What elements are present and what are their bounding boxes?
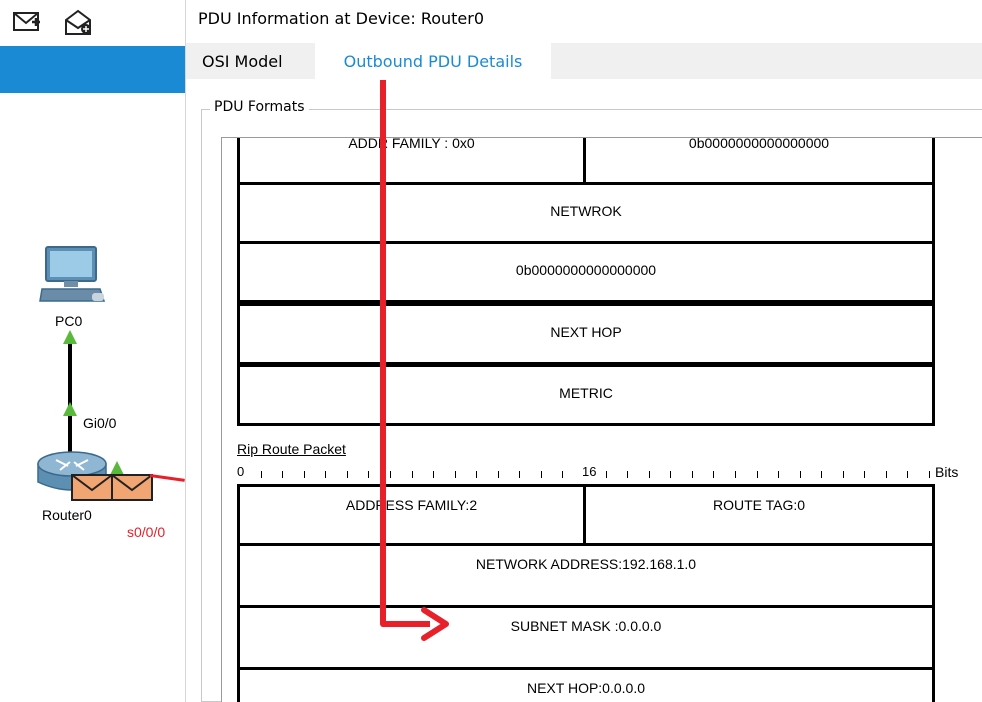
pdu-row: ADDRESS FAMILY:2 ROUTE TAG:0 (237, 484, 935, 546)
pdu-field: 0b0000000000000000 (515, 262, 657, 278)
ruler-tick (540, 471, 542, 478)
pdu-formats-label: PDU Formats (210, 99, 309, 115)
pdu-field: METRIC (559, 385, 613, 401)
ruler-tick (260, 471, 262, 478)
ruler-tick (282, 471, 284, 478)
ruler-tick (670, 471, 672, 478)
pdu-field: ADDRESS FAMILY:2 (240, 487, 586, 543)
pdu-envelope-icon[interactable] (70, 472, 156, 502)
pc-label: PC0 (55, 313, 83, 329)
pdu-row: NEXT HOP (237, 303, 935, 365)
ruler-tick (734, 471, 736, 478)
ruler-tick (691, 471, 693, 478)
ruler-tick (346, 471, 348, 478)
ruler-tick (389, 471, 391, 478)
pdu-row: ADDR FAMILY : 0x0 0b0000000000000000 (237, 138, 935, 185)
ruler-tick (648, 471, 650, 478)
pdu-field: 0b0000000000000000 (688, 137, 830, 151)
pc-icon[interactable] (38, 245, 108, 307)
ruler-tick (562, 471, 564, 478)
ruler-label: 16 (582, 464, 597, 479)
pdu-field: NEXT HOP:0.0.0.0 (526, 680, 645, 696)
pdu-row: 0b0000000000000000 (237, 241, 935, 303)
inspect-envelope-icon[interactable] (12, 8, 44, 36)
tab-strip: OSI Model Outbound PDU Details (186, 43, 982, 121)
dialog-title: PDU Information at Device: Router0 (198, 9, 485, 28)
ruler-tick (885, 471, 887, 478)
dialog-body: PDU Formats ADDR FAMILY : 0x0 0b00000000… (186, 79, 982, 702)
router-label: Router0 (42, 507, 92, 523)
pdu-information-dialog: PDU Information at Device: Router0 OSI M… (185, 0, 982, 702)
ruler-tick (756, 471, 758, 478)
ruler-tick (864, 471, 866, 478)
pdu-row: NETWROK (237, 182, 935, 244)
link-status-up-icon (63, 330, 77, 344)
ruler-tick (497, 471, 499, 478)
bits-unit-label: Bits (935, 464, 959, 480)
tab-osi-model[interactable]: OSI Model (202, 43, 283, 79)
pdu-field: SUBNET MASK :0.0.0.0 (510, 618, 662, 634)
ruler-tick (799, 471, 801, 478)
ruler-tick (411, 471, 413, 478)
pdu-field: ROUTE TAG:0 (712, 497, 806, 513)
rip-route-packet-title: Rip Route Packet (237, 441, 346, 457)
ruler-tick (605, 471, 607, 478)
ruler-tick (476, 471, 478, 478)
bit-ruler: 0 16 (237, 464, 977, 480)
ruler-tick (842, 471, 844, 478)
pdu-field: ADDR FAMILY : 0x0 (240, 138, 586, 182)
ruler-tick (368, 471, 370, 478)
ruler-tick (907, 471, 909, 478)
pdu-row: NEXT HOP:0.0.0.0 (237, 670, 935, 702)
pdu-field: NEXT HOP (550, 324, 622, 340)
add-envelope-icon[interactable] (62, 8, 94, 36)
pdu-row: NETWORK ADDRESS:192.168.1.0 (237, 546, 935, 608)
pdu-field: NETWORK ADDRESS:192.168.1.0 (475, 556, 697, 572)
ruler-label: 0 (237, 464, 245, 479)
pdu-field: NETWROK (550, 203, 622, 219)
ruler-tick (713, 471, 715, 478)
link-status-up-icon (63, 402, 77, 416)
logical-workspace[interactable]: PC0 Gi0/0 Router0 s0/0/0 (0, 0, 185, 702)
ruler-tick (454, 471, 456, 478)
pdu-row: METRIC (237, 364, 935, 426)
ruler-tick (821, 471, 823, 478)
ruler-tick (627, 471, 629, 478)
workspace-toolbar (0, 0, 185, 46)
workspace-banner (0, 46, 185, 93)
tab-outbound-pdu-details[interactable]: Outbound PDU Details (315, 43, 551, 79)
gi-port-label: Gi0/0 (83, 415, 117, 431)
pdu-formats-scroll-area[interactable]: ADDR FAMILY : 0x0 0b0000000000000000 NET… (221, 137, 982, 702)
ethernet-link (68, 342, 72, 454)
ruler-tick (929, 471, 930, 478)
ruler-tick (778, 471, 780, 478)
ruler-tick (433, 471, 435, 478)
ruler-tick (519, 471, 521, 478)
ruler-tick (325, 471, 327, 478)
pdu-row: SUBNET MASK :0.0.0.0 (237, 608, 935, 670)
serial-port-label: s0/0/0 (127, 524, 166, 540)
ruler-tick (303, 471, 305, 478)
